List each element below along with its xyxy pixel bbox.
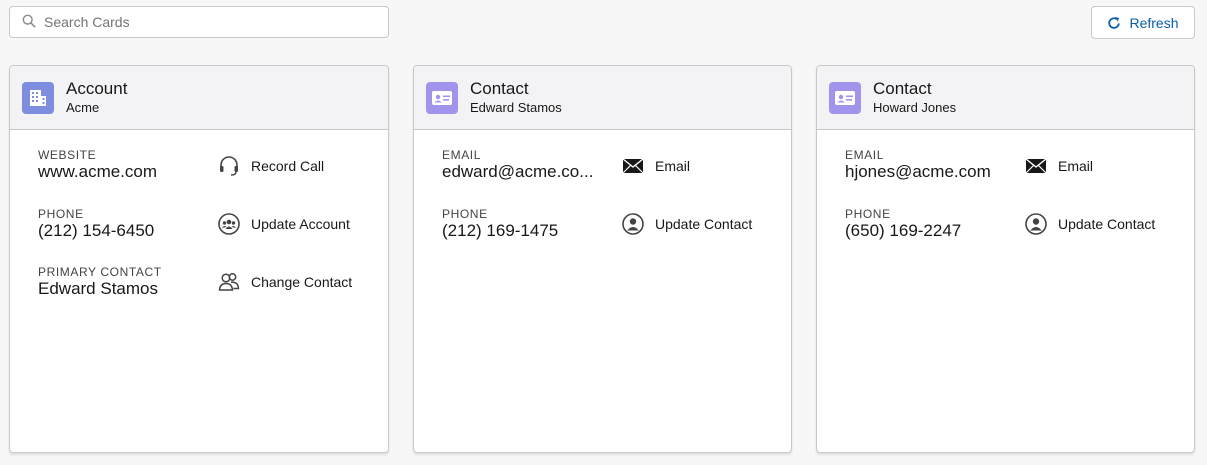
action-label: Record Call [251, 158, 325, 174]
search-icon [22, 14, 38, 30]
field-value: hjones@acme.com [845, 162, 991, 181]
email-icon [1024, 154, 1048, 178]
field-email: EMAIL hjones@acme.com [845, 148, 1015, 182]
toolbar: Refresh [0, 0, 1207, 50]
user-switch-icon [217, 270, 241, 294]
field-label: PHONE [442, 207, 488, 221]
field-value: (212) 169-1475 [442, 221, 559, 240]
field-primary-contact: PRIMARY CONTACT Edward Stamos [38, 265, 208, 299]
building-icon [22, 81, 54, 114]
contact-card-howard: Contact Howard Jones EMAIL hjones@acme.c… [816, 65, 1195, 453]
headset-icon [217, 154, 241, 178]
field-value: (650) 169-2247 [845, 221, 962, 240]
action-label: Update Account [251, 216, 350, 232]
field-label: EMAIL [442, 148, 482, 162]
refresh-label: Refresh [1129, 14, 1179, 31]
contact-card-icon [829, 81, 861, 114]
search-input[interactable] [44, 14, 388, 30]
update-account-action[interactable]: Update Account [217, 212, 350, 236]
refresh-button[interactable]: Refresh [1091, 6, 1195, 39]
refresh-icon [1107, 16, 1121, 30]
field-email: EMAIL edward@acme.co... [442, 148, 612, 182]
field-value: edward@acme.co... [442, 162, 594, 181]
email-action[interactable]: Email [1024, 154, 1093, 178]
field-label: PHONE [38, 207, 84, 221]
update-contact-action[interactable]: Update Contact [621, 212, 752, 236]
field-phone: PHONE (650) 169-2247 [845, 207, 1015, 241]
card-subtitle: Acme [66, 99, 100, 115]
card-subtitle: Edward Stamos [470, 99, 562, 115]
field-label: PHONE [845, 207, 891, 221]
card-title: Contact [470, 78, 529, 98]
field-label: WEBSITE [38, 148, 97, 162]
contact-card-edward: Contact Edward Stamos EMAIL edward@acme.… [413, 65, 792, 453]
field-label: EMAIL [845, 148, 885, 162]
card-header: Contact Howard Jones [817, 66, 1194, 130]
action-label: Update Contact [1058, 216, 1156, 232]
field-website: WEBSITE www.acme.com [38, 148, 208, 182]
email-icon [621, 154, 645, 178]
change-contact-action[interactable]: Change Contact [217, 270, 352, 294]
update-contact-action[interactable]: Update Contact [1024, 212, 1155, 236]
card-subtitle: Howard Jones [873, 99, 957, 115]
user-icon [1024, 212, 1048, 236]
card-title: Contact [873, 78, 932, 98]
field-phone: PHONE (212) 154-6450 [38, 207, 208, 241]
user-icon [621, 212, 645, 236]
action-label: Change Contact [251, 274, 353, 290]
field-value: (212) 154-6450 [38, 221, 155, 240]
card-header: Account Acme [10, 66, 388, 130]
field-value: Edward Stamos [38, 279, 158, 298]
action-label: Email [1058, 158, 1094, 174]
email-action[interactable]: Email [621, 154, 690, 178]
field-phone: PHONE (212) 169-1475 [442, 207, 612, 241]
account-card: Account Acme WEBSITE www.acme.com PHONE … [9, 65, 389, 453]
field-label: PRIMARY CONTACT [38, 265, 162, 279]
action-label: Update Contact [655, 216, 753, 232]
card-title: Account [66, 78, 128, 98]
contact-card-icon [426, 81, 458, 114]
search-box[interactable] [9, 6, 389, 38]
card-header: Contact Edward Stamos [414, 66, 791, 130]
people-icon [217, 212, 241, 236]
action-label: Email [655, 158, 691, 174]
field-value: www.acme.com [38, 162, 158, 181]
record-call-action[interactable]: Record Call [217, 154, 324, 178]
